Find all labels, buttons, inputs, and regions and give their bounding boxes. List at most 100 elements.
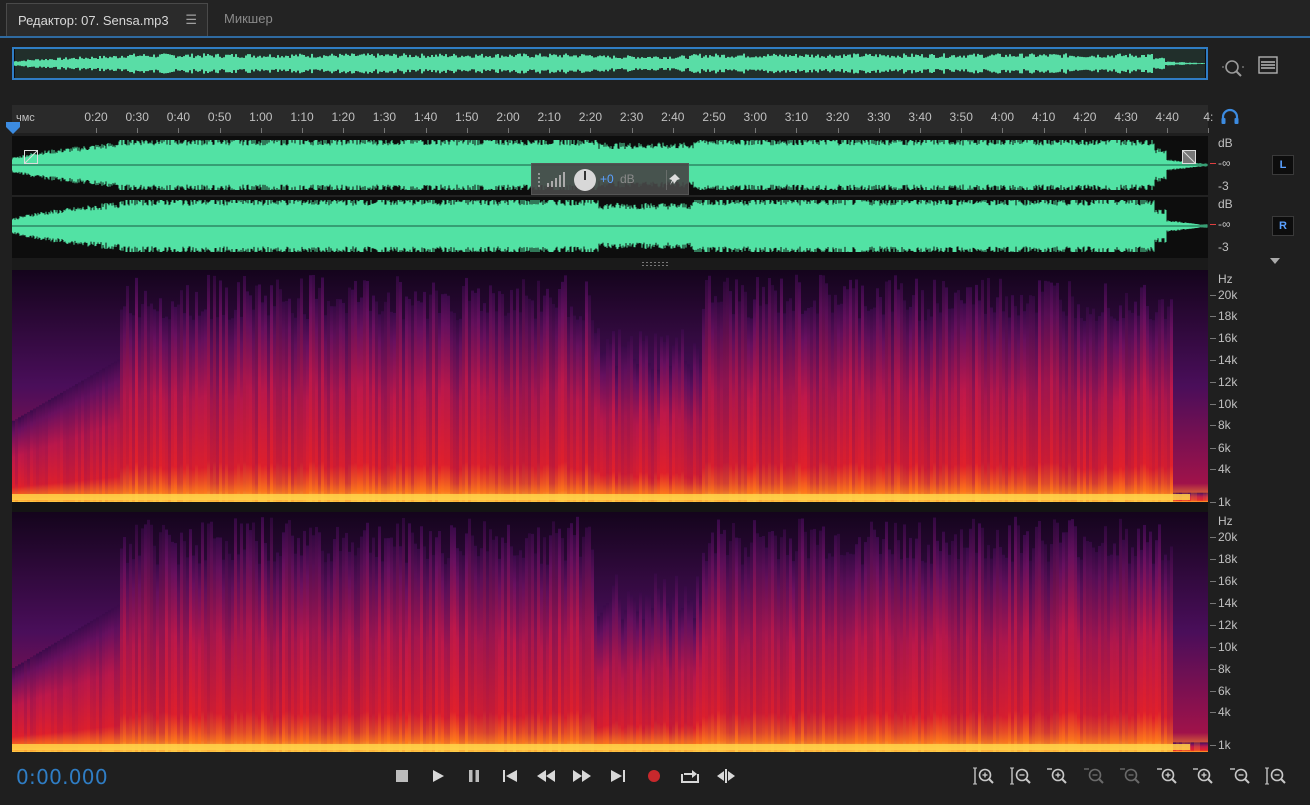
waveform-channels [12, 140, 1208, 252]
pin-icon[interactable] [666, 170, 684, 190]
amplitude-ruler[interactable]: dB -∞ -3 dB -∞ -3 [1210, 136, 1310, 258]
minus3-label-left: -3 [1218, 179, 1229, 193]
fade-in-handle-icon[interactable] [24, 150, 38, 164]
fade-out-handle-icon[interactable] [1182, 150, 1196, 164]
ruler-tick-label: 3:50 [949, 110, 973, 124]
frequency-label: 20k [1218, 530, 1238, 544]
zoom-to-selection-button[interactable] [1222, 764, 1259, 788]
splitter-grip-icon[interactable] [642, 262, 670, 266]
frequency-label: 4k [1218, 705, 1231, 719]
ruler-tick-mark [672, 128, 674, 133]
rewind-icon [537, 770, 555, 782]
panel-menu-icon[interactable] [1258, 56, 1278, 79]
ruler-tick-label: 2:30 [619, 110, 644, 124]
frequency-tick [1210, 712, 1216, 713]
tab-editor[interactable]: Редактор: 07. Sensa.mp3 ☰ [6, 3, 208, 36]
ruler-tick-mark [137, 128, 139, 133]
channel-toggle-right[interactable]: R [1272, 216, 1294, 236]
ruler-tick-label: 1:30 [372, 110, 397, 124]
collapse-arrow-icon[interactable] [1270, 257, 1280, 265]
overview-navigator[interactable] [12, 47, 1208, 80]
ruler-tick-label: 3:30 [867, 110, 891, 124]
channel-toggle-left[interactable]: L [1272, 155, 1294, 175]
pause-icon [469, 770, 479, 782]
ruler-tick-label: 4:30 [1114, 110, 1138, 124]
frequency-tick [1210, 360, 1216, 361]
zoom-out-time-button[interactable] [1076, 764, 1113, 788]
playhead-icon[interactable] [6, 122, 20, 134]
neg-inf-label-left: -∞ [1218, 156, 1231, 170]
spectral-display-left[interactable] [12, 270, 1208, 502]
level-meter-icon [547, 172, 565, 187]
ruler-tick-label: 2:50 [702, 110, 726, 124]
zero-line-left [1210, 163, 1216, 164]
ruler-tick-label: 3:00 [743, 110, 767, 124]
volume-knob-icon[interactable] [572, 167, 598, 193]
frequency-label: 1k [1218, 495, 1231, 509]
volume-hud[interactable]: +0 dB [531, 163, 689, 195]
zoom-navigator-icon[interactable] [1222, 57, 1244, 84]
waveform-display[interactable] [12, 136, 1208, 258]
zoom-in-at-end-button[interactable] [1185, 764, 1222, 788]
ruler-tick-mark [343, 128, 345, 133]
zoom-in-at-start-button[interactable] [1149, 764, 1186, 788]
zoom-out-full-icon [1120, 768, 1140, 784]
ruler-tick-label: 3:20 [825, 110, 850, 124]
pause-button[interactable] [456, 764, 492, 788]
skip-selection-button[interactable] [708, 764, 744, 788]
zero-line-right [1210, 224, 1216, 225]
skip-to-start-button[interactable] [492, 764, 528, 788]
frequency-tick [1210, 469, 1216, 470]
spectral-display-right[interactable] [12, 512, 1208, 752]
zoom-selected-tracks-button[interactable] [1258, 764, 1295, 788]
ruler-tick-mark [549, 128, 551, 133]
frequency-tick [1210, 382, 1216, 383]
rewind-button[interactable] [528, 764, 564, 788]
ruler-tick-mark [837, 128, 839, 133]
spectral-low-band [12, 744, 1191, 750]
ruler-tick-label: 4:20 [1073, 110, 1097, 124]
time-ruler[interactable]: чмс 0:20 0:30 0:40 0:50 1:00 1:10 1:20 1:30 1:40… [12, 105, 1213, 133]
zoom-in-amplitude-button[interactable] [966, 764, 1003, 788]
ruler-tick-mark [219, 128, 221, 133]
loop-button[interactable] [672, 764, 708, 788]
view-splitter[interactable] [12, 258, 1208, 270]
frequency-label: 10k [1218, 397, 1238, 411]
ruler-tick-mark [1043, 128, 1045, 133]
record-button[interactable] [636, 764, 672, 788]
zoom-in-at-start-icon [1156, 768, 1177, 784]
fast-forward-button[interactable] [564, 764, 600, 788]
frequency-label: 18k [1218, 309, 1238, 323]
frequency-label: 14k [1218, 596, 1238, 610]
headphone-icon[interactable] [1220, 108, 1240, 126]
ruler-tick-mark [1167, 128, 1169, 133]
zoom-in-time-icon [1047, 768, 1067, 784]
fast-forward-icon [573, 770, 591, 782]
frequency-label: 1k [1218, 738, 1231, 752]
ruler-tick-label: 1:10 [290, 110, 314, 124]
spectral-low-band [12, 494, 1191, 500]
frequency-label: 4k [1218, 462, 1231, 476]
ruler-tick-mark [384, 128, 386, 133]
zoom-out-amplitude-button[interactable] [1003, 764, 1040, 788]
frequency-ruler-left[interactable]: Hz 20k 18k 16k 14k 12k 10k 8k 6k 4k 1k [1210, 270, 1310, 510]
frequency-tick [1210, 603, 1216, 604]
zoom-in-time-button[interactable] [1039, 764, 1076, 788]
frequency-ruler-right[interactable]: Hz 20k 18k 16k 14k 12k 10k 8k 6k 4k 1k [1210, 512, 1310, 752]
skip-to-end-button[interactable] [600, 764, 636, 788]
stop-button[interactable] [384, 764, 420, 788]
skip-selection-icon [717, 769, 735, 783]
current-time-display[interactable]: 0:00.000 [16, 765, 108, 789]
frequency-tick [1210, 625, 1216, 626]
frequency-label: 6k [1218, 441, 1231, 455]
frequency-tick [1210, 559, 1216, 560]
tab-mixer[interactable]: Микшер [224, 11, 273, 26]
drag-grip-icon[interactable] [536, 170, 542, 190]
zoom-out-full-button[interactable] [1112, 764, 1149, 788]
channel-divider [12, 195, 1208, 197]
tab-menu-icon[interactable]: ☰ [185, 12, 197, 28]
frequency-tick [1210, 745, 1216, 746]
ruler-tick-label: 3:10 [784, 110, 809, 124]
play-button[interactable] [420, 764, 456, 788]
ruler-tick-mark [920, 128, 921, 133]
